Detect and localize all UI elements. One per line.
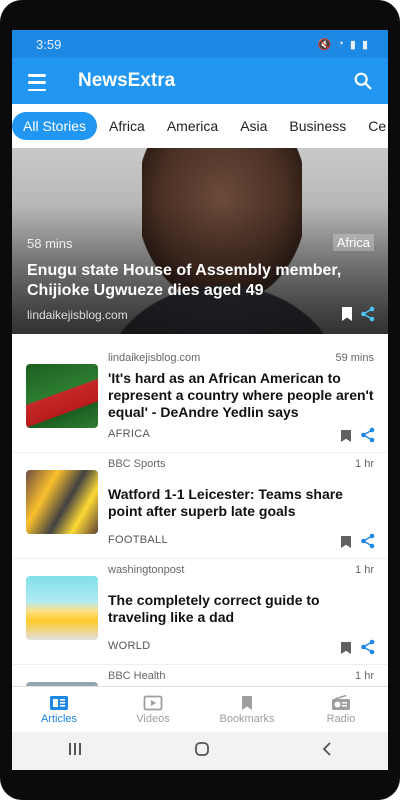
article-title: Watford 1-1 Leicester: Teams share point… [108,486,343,519]
screen: 3:59 🔇 ◔ ▮ ▮ NewsExtra All Stories Afric… [12,30,388,770]
nav-radio-label: Radio [326,713,356,725]
videos-icon [143,695,163,711]
article-age: 1 hr [355,670,374,682]
featured-source: lindaikejisblog.com [27,308,128,322]
home-icon[interactable] [194,741,210,762]
category-tabs: All Stories Africa America Asia Business… [12,104,388,148]
menu-icon[interactable] [28,71,56,91]
article-source: washingtonpost [108,564,185,576]
app-title: NewsExtra [78,70,176,91]
mute-icon: 🔇 [317,38,332,51]
article-age: 1 hr [355,458,374,470]
nav-articles[interactable]: Articles [12,687,106,733]
app-bar: NewsExtra [12,58,388,104]
article-item[interactable]: BBC Sports 1 hr Watford 1-1 Leicester: T… [12,454,388,559]
article-source: BBC Health [108,670,166,682]
article-title: The completely correct guide to travelin… [108,592,320,625]
article-source: BBC Sports [108,458,166,470]
article-item[interactable]: washingtonpost 1 hr The completely corre… [12,560,388,665]
tab-america[interactable]: America [157,112,228,140]
nav-videos[interactable]: Videos [106,687,200,733]
nav-bookmarks[interactable]: Bookmarks [200,687,294,733]
article-source: lindaikejisblog.com [108,352,201,364]
featured-category: Africa [332,234,374,251]
bookmark-icon[interactable] [340,535,352,549]
search-icon[interactable] [352,70,374,92]
article-thumbnail [26,364,98,428]
articles-icon [50,696,68,710]
bookmark-icon[interactable] [340,429,352,443]
tab-asia[interactable]: Asia [230,112,277,140]
tab-ce[interactable]: Ce [358,112,388,140]
status-time: 3:59 [36,36,62,52]
article-category: AFRICA [108,428,151,440]
nav-radio[interactable]: Radio [294,687,388,733]
battery-icon: ▮ [361,38,368,51]
bookmarks-icon [242,696,252,710]
signal-icon: ▮ [349,38,356,51]
featured-story[interactable]: 58 mins Africa Enugu state House of Asse… [12,148,388,334]
share-icon[interactable] [360,427,376,443]
featured-time: 58 mins [27,236,73,251]
article-item[interactable]: lindaikejisblog.com 59 mins 'It's hard a… [12,348,388,453]
share-icon[interactable] [360,639,376,655]
system-navigation-bar [12,732,388,770]
featured-title: Enugu state House of Assembly member, Ch… [27,262,342,299]
article-age: 1 hr [355,564,374,576]
nav-videos-label: Videos [136,713,170,725]
article-category: WORLD [108,640,151,652]
radio-icon [332,695,350,710]
article-category: FOOTBALL [108,534,168,546]
phone-frame: 3:59 🔇 ◔ ▮ ▮ NewsExtra All Stories Afric… [0,0,400,800]
back-icon[interactable] [321,741,333,762]
bottom-navigation: Articles Videos Bookmarks Radio [12,686,388,733]
article-age: 59 mins [335,352,374,364]
bookmark-icon[interactable] [340,641,352,655]
status-bar: 3:59 🔇 ◔ ▮ ▮ [12,30,388,58]
share-icon[interactable] [360,306,376,322]
share-icon[interactable] [360,533,376,549]
wifi-icon: ◔ [337,38,344,50]
article-thumbnail [26,470,98,534]
recents-icon[interactable] [67,742,83,761]
tab-africa[interactable]: Africa [99,112,155,140]
tab-business[interactable]: Business [279,112,356,140]
nav-bookmarks-label: Bookmarks [219,713,275,725]
article-thumbnail [26,576,98,640]
bookmark-icon[interactable] [340,306,354,322]
status-icons: 🔇 ◔ ▮ ▮ [318,38,368,51]
article-title: 'It's hard as an African American to rep… [108,370,374,420]
tab-all-stories[interactable]: All Stories [12,112,98,140]
nav-articles-label: Articles [40,713,78,725]
